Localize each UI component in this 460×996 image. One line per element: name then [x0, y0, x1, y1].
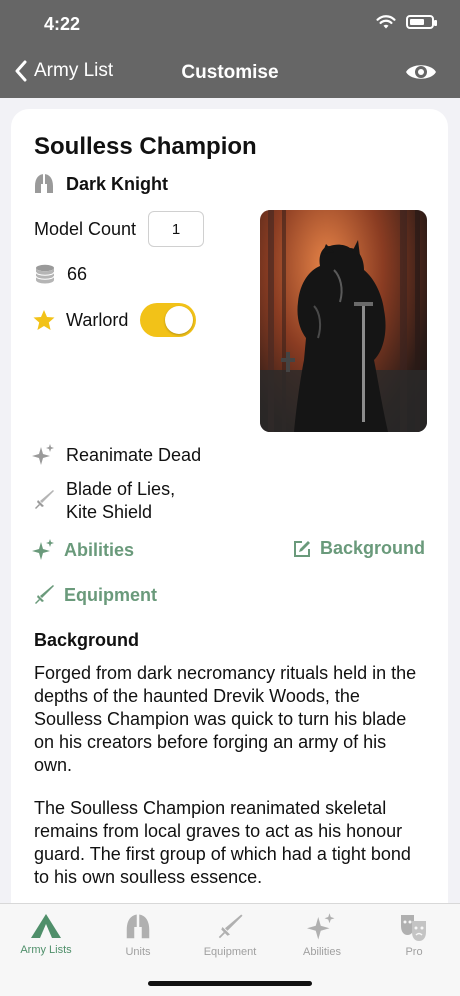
unit-card: Soulless Champion Dark Knight Model Coun…: [11, 109, 448, 996]
ability-row: Reanimate Dead: [32, 443, 201, 467]
tab-army-lists[interactable]: Army Lists: [0, 912, 92, 956]
wifi-icon: [376, 15, 396, 29]
unit-type-row: Dark Knight: [32, 172, 168, 196]
tab-label: Pro: [405, 946, 423, 958]
tab-label: Equipment: [203, 946, 257, 958]
unit-name: Soulless Champion: [34, 133, 257, 160]
tab-units[interactable]: Units: [92, 912, 184, 958]
edit-icon: [294, 540, 310, 557]
model-count-row: Model Count 1: [34, 211, 205, 247]
ability-name: Reanimate Dead: [66, 444, 202, 465]
warlord-row: Warlord: [32, 303, 197, 337]
tab-equipment[interactable]: Equipment: [184, 912, 276, 958]
tab-label: Abilities: [303, 946, 341, 958]
abilities-link[interactable]: Abilities: [32, 538, 134, 562]
sword-icon: [218, 914, 243, 939]
theater-masks-icon: [401, 915, 426, 941]
tab-label: Units: [125, 946, 151, 958]
home-indicator: [148, 981, 312, 986]
unit-type: Dark Knight: [66, 173, 169, 194]
warlord-toggle[interactable]: [140, 303, 197, 337]
background-link[interactable]: Background: [292, 538, 425, 559]
coins-icon: [35, 264, 55, 284]
sword-icon: [35, 585, 54, 604]
tab-abilities[interactable]: Abilities: [276, 912, 368, 958]
unit-portrait: [260, 210, 427, 432]
status-time: 4:22: [44, 14, 81, 34]
background-paragraph-2: The Soulless Champion reanimated skeleta…: [34, 798, 411, 887]
star-icon: [33, 310, 55, 330]
warlord-label: Warlord: [66, 309, 129, 330]
sparkles-icon: [32, 444, 54, 465]
tent-icon: [31, 914, 61, 938]
battery-icon: [406, 15, 437, 29]
background-paragraph-1: Forged from dark necromancy rituals held…: [34, 663, 417, 775]
equipment-link-label: Equipment: [64, 584, 157, 605]
points-row: 66: [33, 262, 87, 286]
status-icons: [376, 14, 437, 30]
tab-label: Army Lists: [20, 944, 72, 956]
chevron-left-icon: [15, 60, 27, 82]
top-bar: 4:22 Army List Customise: [0, 0, 460, 98]
tab-pro[interactable]: Pro: [368, 912, 460, 958]
sparkles-icon: [32, 539, 54, 560]
abilities-link-label: Abilities: [64, 539, 135, 560]
equipment-link[interactable]: Equipment: [32, 583, 157, 607]
equipment-line-1: Blade of Lies,: [66, 479, 176, 499]
eye-icon: [406, 65, 436, 79]
preview-button[interactable]: [404, 60, 438, 89]
background-heading: Background: [34, 630, 140, 650]
helmet-icon: [35, 174, 53, 193]
model-count-label: Model Count: [34, 218, 137, 239]
points-value: 66: [67, 263, 88, 284]
back-label: Army List: [34, 60, 114, 81]
model-count-input[interactable]: 1: [148, 211, 205, 247]
helmet-icon: [126, 914, 150, 939]
sparkles-icon: [307, 913, 335, 940]
background-link-label: Background: [320, 538, 426, 558]
equipment-row: Blade of Lies, Kite Shield: [32, 478, 175, 524]
equipment-line-2: Kite Shield: [66, 502, 153, 522]
back-button[interactable]: Army List: [14, 60, 113, 82]
sword-icon: [35, 490, 54, 509]
